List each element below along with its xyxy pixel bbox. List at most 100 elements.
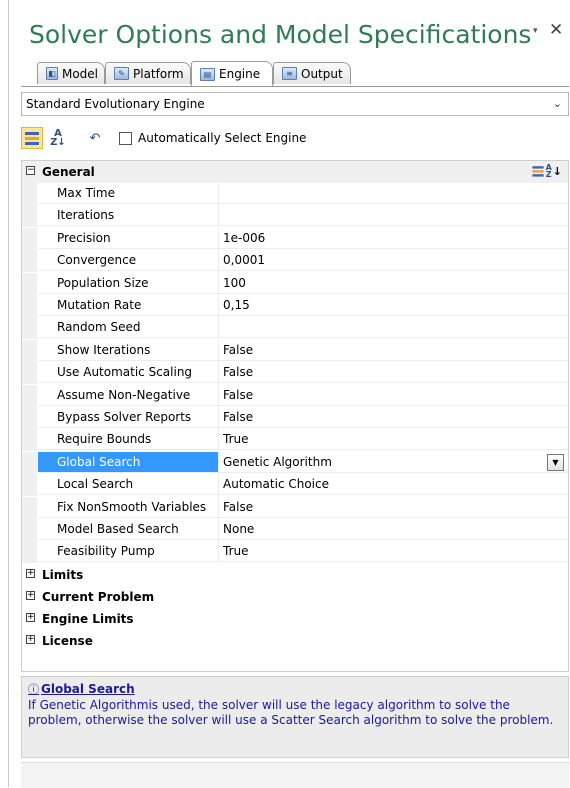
help-title-text[interactable]: Global Search [41,682,135,696]
collapse-icon[interactable]: − [26,166,35,175]
category-general[interactable]: − General AZ ↓ [22,161,568,183]
property-name[interactable]: Fix NonSmooth Variables [38,497,218,518]
tab-model[interactable]: ◧ Model [37,62,105,84]
property-name[interactable]: Mutation Rate [38,295,218,316]
expand-icon[interactable]: + [26,568,35,578]
tab-engine[interactable]: ▤ Engine [191,61,273,86]
property-row[interactable]: Max Time [22,183,568,205]
grid-toolbar: A Z↓ ↶ Automatically Select Engine [21,124,569,152]
property-value[interactable]: False [218,384,568,406]
category-row[interactable]: + Limits [22,564,568,586]
property-value[interactable]: False [218,407,568,428]
row-gutter [22,429,37,452]
property-name[interactable]: Bypass Solver Reports [38,407,218,428]
property-name[interactable]: Assume Non-Negative [38,385,218,406]
row-gutter [22,496,37,519]
property-name[interactable]: Precision [38,228,218,249]
property-row[interactable]: Fix NonSmooth Variables False [22,496,568,519]
property-row[interactable]: Bypass Solver Reports False [22,407,568,429]
property-row[interactable]: Feasibility Pump True [22,541,568,564]
property-value[interactable]: None [218,519,568,540]
pane-menu-dropdown-icon[interactable]: ▾ [533,26,538,36]
property-value[interactable]: False [218,362,568,384]
property-row[interactable]: Random Seed [22,317,568,340]
property-name[interactable]: Max Time [38,183,218,204]
row-gutter [22,519,37,541]
property-row[interactable]: Global Search Genetic Algorithm ▼ [22,451,568,474]
property-value[interactable]: Automatic Choice [218,474,568,496]
sort-icon: AZ ↓ [531,164,562,179]
help-title: ⓘ Global Search [28,681,562,697]
alphabetical-sort-button[interactable]: A Z↓ [47,127,69,149]
property-value[interactable]: True [218,429,568,451]
engine-icon: ▤ [200,67,215,81]
category-row[interactable]: + Current Problem [22,586,568,608]
property-name[interactable]: Show Iterations [38,340,218,361]
value-dropdown-button[interactable]: ▼ [547,453,564,471]
row-gutter [22,474,37,497]
property-name[interactable]: Model Based Search [38,519,218,540]
property-value[interactable]: False [218,339,568,361]
property-value[interactable] [218,317,568,339]
property-name[interactable]: Use Automatic Scaling [38,362,218,384]
help-panel: ⓘ Global Search If Genetic Algorithmis u… [21,676,569,758]
expand-icon[interactable]: + [26,634,35,644]
property-name[interactable]: Require Bounds [38,429,218,451]
property-value[interactable]: True [218,541,568,563]
row-gutter [22,362,37,385]
title-bar: Solver Options and Model Specifications … [9,0,570,56]
property-row[interactable]: Use Automatic Scaling False [22,362,568,385]
auto-select-engine-label: Automatically Select Engine [138,131,307,145]
expand-icon[interactable]: + [26,590,35,600]
tab-strip: ◧ Model ✎ Platform ▤ Engine ≡ Output [21,60,569,87]
pane-close-icon[interactable]: ✕ [549,20,563,40]
status-bar [21,762,569,788]
tab-label: Model [61,66,98,81]
row-gutter [22,451,37,474]
output-icon: ≡ [282,67,297,80]
property-row[interactable]: Assume Non-Negative False [22,384,568,407]
property-name[interactable]: Random Seed [38,317,218,339]
property-row[interactable]: Convergence 0,0001 [22,250,568,273]
category-label: License [42,633,93,648]
property-value[interactable]: 1e-006 [218,227,568,249]
reset-button[interactable]: ↶ [81,127,109,149]
category-label: Engine Limits [42,611,134,626]
property-value[interactable]: Genetic Algorithm [218,451,568,473]
property-row[interactable]: Iterations [22,205,568,228]
property-row[interactable]: Show Iterations False [22,339,568,362]
property-value[interactable]: 0,15 [218,295,568,316]
row-gutter [22,183,37,205]
solver-options-pane: Solver Options and Model Specifications … [8,0,570,788]
row-gutter [22,295,37,317]
property-name[interactable]: Local Search [38,474,218,496]
tab-output[interactable]: ≡ Output [273,62,351,84]
row-gutter [22,541,37,564]
property-row[interactable]: Require Bounds True [22,429,568,452]
property-row[interactable]: Mutation Rate 0,15 [22,295,568,317]
property-name[interactable]: Population Size [38,273,218,294]
property-row[interactable]: Population Size 100 [22,272,568,295]
engine-select[interactable]: Standard Evolutionary Engine ⌄ [21,92,569,116]
row-gutter [22,339,37,362]
property-name[interactable]: Feasibility Pump [38,541,218,563]
property-value[interactable] [218,183,568,204]
help-question-icon: ⓘ [28,683,39,696]
property-name[interactable]: Convergence [38,250,218,272]
property-name[interactable]: Global Search [38,451,218,473]
row-gutter [22,384,37,407]
expand-icon[interactable]: + [26,612,35,622]
property-value[interactable]: 0,0001 [218,250,568,272]
property-row[interactable]: Precision 1e-006 [22,227,568,250]
property-value[interactable]: False [218,496,568,518]
category-row[interactable]: + Engine Limits [22,608,568,630]
categorized-view-button[interactable] [21,127,43,149]
property-value[interactable]: 100 [218,272,568,294]
property-row[interactable]: Local Search Automatic Choice [22,474,568,497]
property-value[interactable] [218,205,568,227]
property-row[interactable]: Model Based Search None [22,519,568,541]
tab-platform[interactable]: ✎ Platform [105,62,191,84]
category-row[interactable]: + License [22,630,568,652]
auto-select-engine-checkbox[interactable] [119,131,132,145]
property-name[interactable]: Iterations [38,205,218,227]
